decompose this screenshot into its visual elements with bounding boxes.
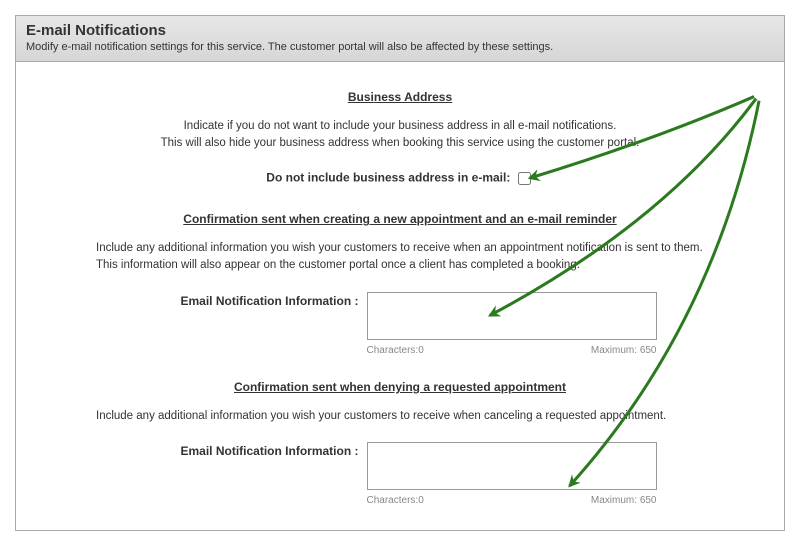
confirm-create-counter: Characters:0 Maximum: 650	[367, 345, 657, 356]
confirm-create-blurb: Include any additional information you w…	[76, 240, 724, 273]
blurb-line-2: This will also hide your business addres…	[161, 137, 640, 149]
hide-address-row: Do not include business address in e-mai…	[76, 169, 724, 188]
hide-address-label: Do not include business address in e-mai…	[266, 171, 510, 185]
confirm-create-heading: Confirmation sent when creating a new ap…	[76, 212, 724, 226]
panel-title: E-mail Notifications	[26, 22, 774, 39]
max-label: Maximum:	[591, 495, 637, 506]
confirm-deny-heading: Confirmation sent when denying a request…	[76, 380, 724, 394]
business-address-heading: Business Address	[76, 90, 724, 104]
max-count: 650	[640, 495, 657, 506]
panel-body: Business Address Indicate if you do not …	[16, 62, 784, 530]
confirm-create-label: Email Notification Information :	[144, 292, 359, 308]
business-address-blurb: Indicate if you do not want to include y…	[76, 118, 724, 151]
char-count: 0	[418, 345, 424, 356]
confirm-deny-counter: Characters:0 Maximum: 650	[367, 495, 657, 506]
blurb-line-1: Indicate if you do not want to include y…	[184, 120, 617, 132]
char-label: Characters:	[367, 495, 419, 506]
hide-address-checkbox[interactable]	[518, 172, 531, 185]
panel-subtitle: Modify e-mail notification settings for …	[26, 41, 774, 53]
confirm-deny-textarea[interactable]	[367, 442, 657, 490]
max-label: Maximum:	[591, 345, 637, 356]
confirm-create-field-row: Email Notification Information : Charact…	[76, 292, 724, 356]
confirm-create-textarea[interactable]	[367, 292, 657, 340]
max-count: 650	[640, 345, 657, 356]
char-count: 0	[418, 495, 424, 506]
confirm-deny-label: Email Notification Information :	[144, 442, 359, 458]
char-label: Characters:	[367, 345, 419, 356]
email-notifications-panel: E-mail Notifications Modify e-mail notif…	[15, 15, 785, 531]
panel-header: E-mail Notifications Modify e-mail notif…	[16, 16, 784, 62]
confirm-deny-field-row: Email Notification Information : Charact…	[76, 442, 724, 506]
confirm-deny-blurb: Include any additional information you w…	[76, 408, 724, 425]
